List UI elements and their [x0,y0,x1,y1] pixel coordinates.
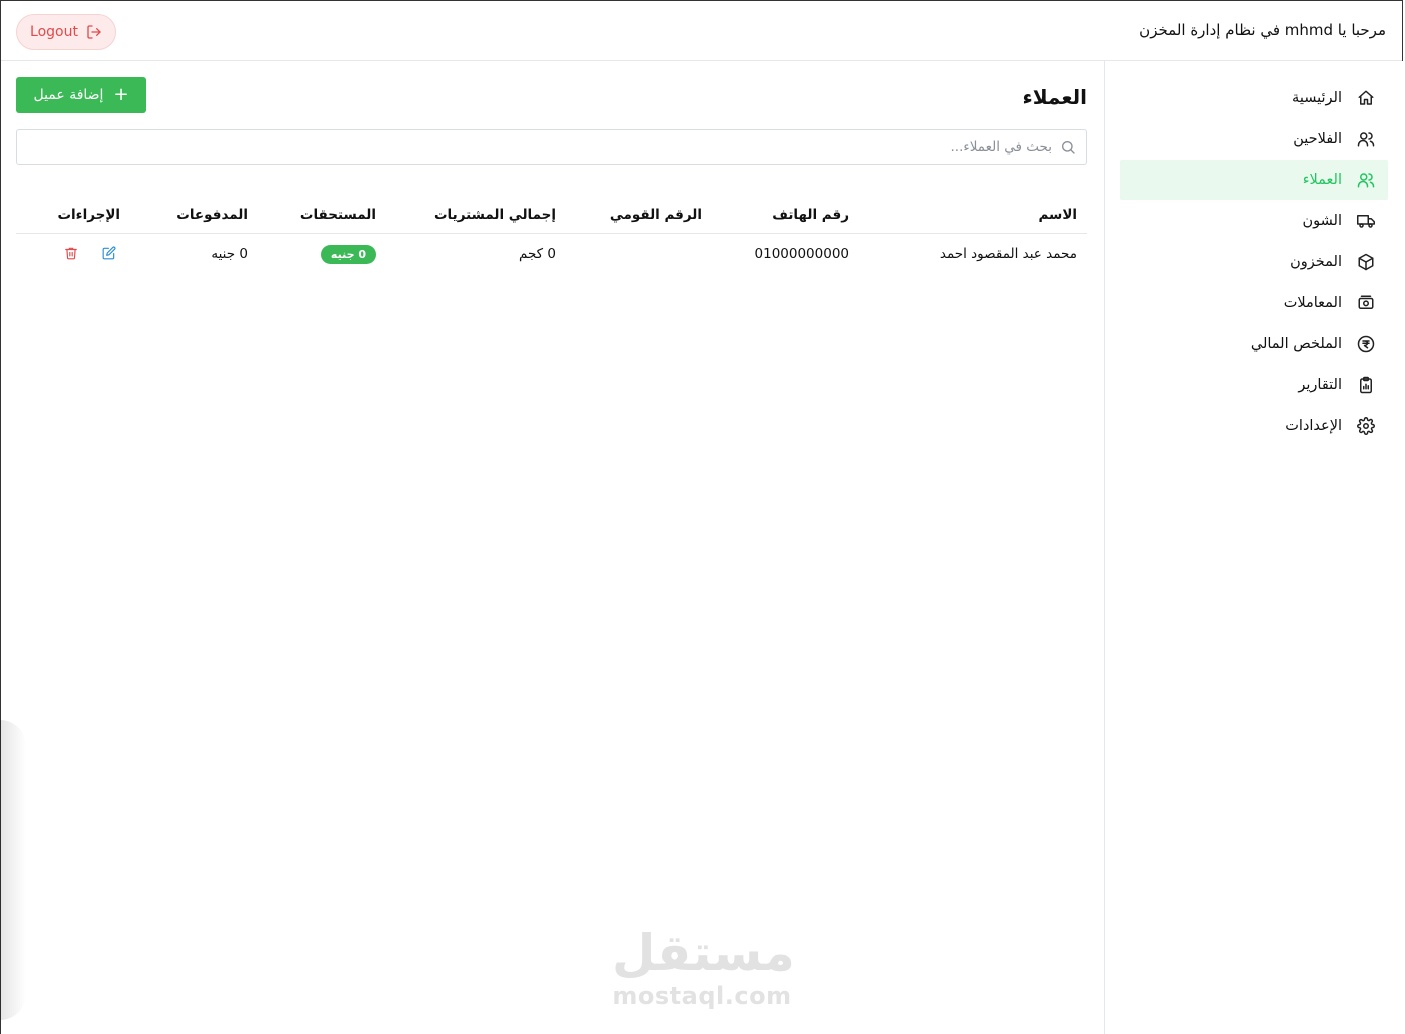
column-header-dues[interactable]: المستحقات [258,197,386,234]
logout-button[interactable]: Logout [16,14,116,50]
sidebar-item-farmers[interactable]: الفلاحين [1120,119,1388,159]
sidebar-item-label: الفلاحين [1293,131,1342,147]
row-actions [16,246,120,262]
cell-total-purchases: 0 كجم [518,246,556,263]
trash-icon[interactable] [62,246,78,262]
box-icon [1356,252,1376,272]
clipboard-icon [1356,375,1376,395]
cell-dues: 0 جنيه [258,233,386,275]
sidebar-nav: الرئيسية الفلاحين العملاء الشون المخزون [1120,78,1388,447]
add-customer-label: إضافة عميل [33,87,104,103]
edge-shadow [0,720,26,1020]
cell-actions [16,233,130,275]
sidebar-item-customers[interactable]: العملاء [1120,160,1388,200]
cell-name: محمد عبد المقصود احمد [939,246,1077,263]
column-header-phone[interactable]: رقم الهاتف [712,197,859,234]
cell-payments: 0 جنيه [211,246,248,263]
search-box [16,129,1087,165]
users-icon [1356,129,1376,149]
search-icon [1062,141,1075,154]
search-input[interactable] [17,130,1086,164]
cash-icon [1356,293,1376,313]
sidebar-item-label: الإعدادات [1285,418,1342,434]
column-header-total-purchases[interactable]: إجمالي المشتريات [386,197,566,234]
top-header: مرحبا يا mhmd في نظام إدارة المخزن Logou… [1,1,1402,61]
edit-icon[interactable] [100,246,116,262]
sidebar-item-label: التقارير [1298,377,1342,393]
column-header-actions: الإجراءات [16,197,130,234]
sidebar: الرئيسية الفلاحين العملاء الشون المخزون [1104,61,1404,1034]
add-customer-button[interactable]: + إضافة عميل [16,77,146,113]
sidebar-item-settings[interactable]: الإعدادات [1120,406,1388,446]
page-title: العملاء [1022,85,1087,109]
column-header-name[interactable]: الاسم [859,197,1087,234]
sidebar-item-label: المعاملات [1283,295,1342,311]
gear-icon [1356,416,1376,436]
sidebar-item-inventory[interactable]: المخزون [1120,242,1388,282]
sidebar-item-financial-summary[interactable]: الملخص المالي [1120,324,1388,364]
sidebar-item-warehouses[interactable]: الشون [1120,201,1388,241]
watermark-arabic: مستقل [612,924,795,982]
welcome-message: مرحبا يا mhmd في نظام إدارة المخزن [1139,21,1386,39]
mostaql-watermark: مستقل mostaql.com [612,924,795,1010]
users-icon [1356,170,1376,190]
column-header-payments[interactable]: المدفوعات [130,197,258,234]
sidebar-item-label: الشون [1302,213,1342,229]
sidebar-item-label: الملخص المالي [1250,336,1342,352]
sidebar-item-reports[interactable]: التقارير [1120,365,1388,405]
table-row[interactable]: محمد عبد المقصود احمد 01000000000 0 كجم … [16,233,1087,275]
cell-national-id [566,233,712,275]
sidebar-item-transactions[interactable]: المعاملات [1120,283,1388,323]
sidebar-item-label: العملاء [1302,172,1342,188]
table-header-row: الاسم رقم الهاتف الرقم القومي إجمالي الم… [16,197,1087,234]
logout-label: Logout [30,24,78,40]
watermark-english: mostaql.com [612,982,792,1010]
truck-icon [1356,211,1376,231]
plus-icon: + [113,84,129,105]
dues-badge: 0 جنيه [320,244,376,264]
sidebar-item-label: الرئيسية [1292,90,1342,106]
sidebar-item-label: المخزون [1290,254,1342,270]
customers-table: الاسم رقم الهاتف الرقم القومي إجمالي الم… [16,197,1087,275]
currency-circle-icon [1356,334,1376,354]
sidebar-item-home[interactable]: الرئيسية [1120,78,1388,118]
logout-icon [87,25,101,39]
home-icon [1356,88,1376,108]
cell-phone: 01000000000 [754,246,849,263]
column-header-national-id[interactable]: الرقم القومي [566,197,712,234]
